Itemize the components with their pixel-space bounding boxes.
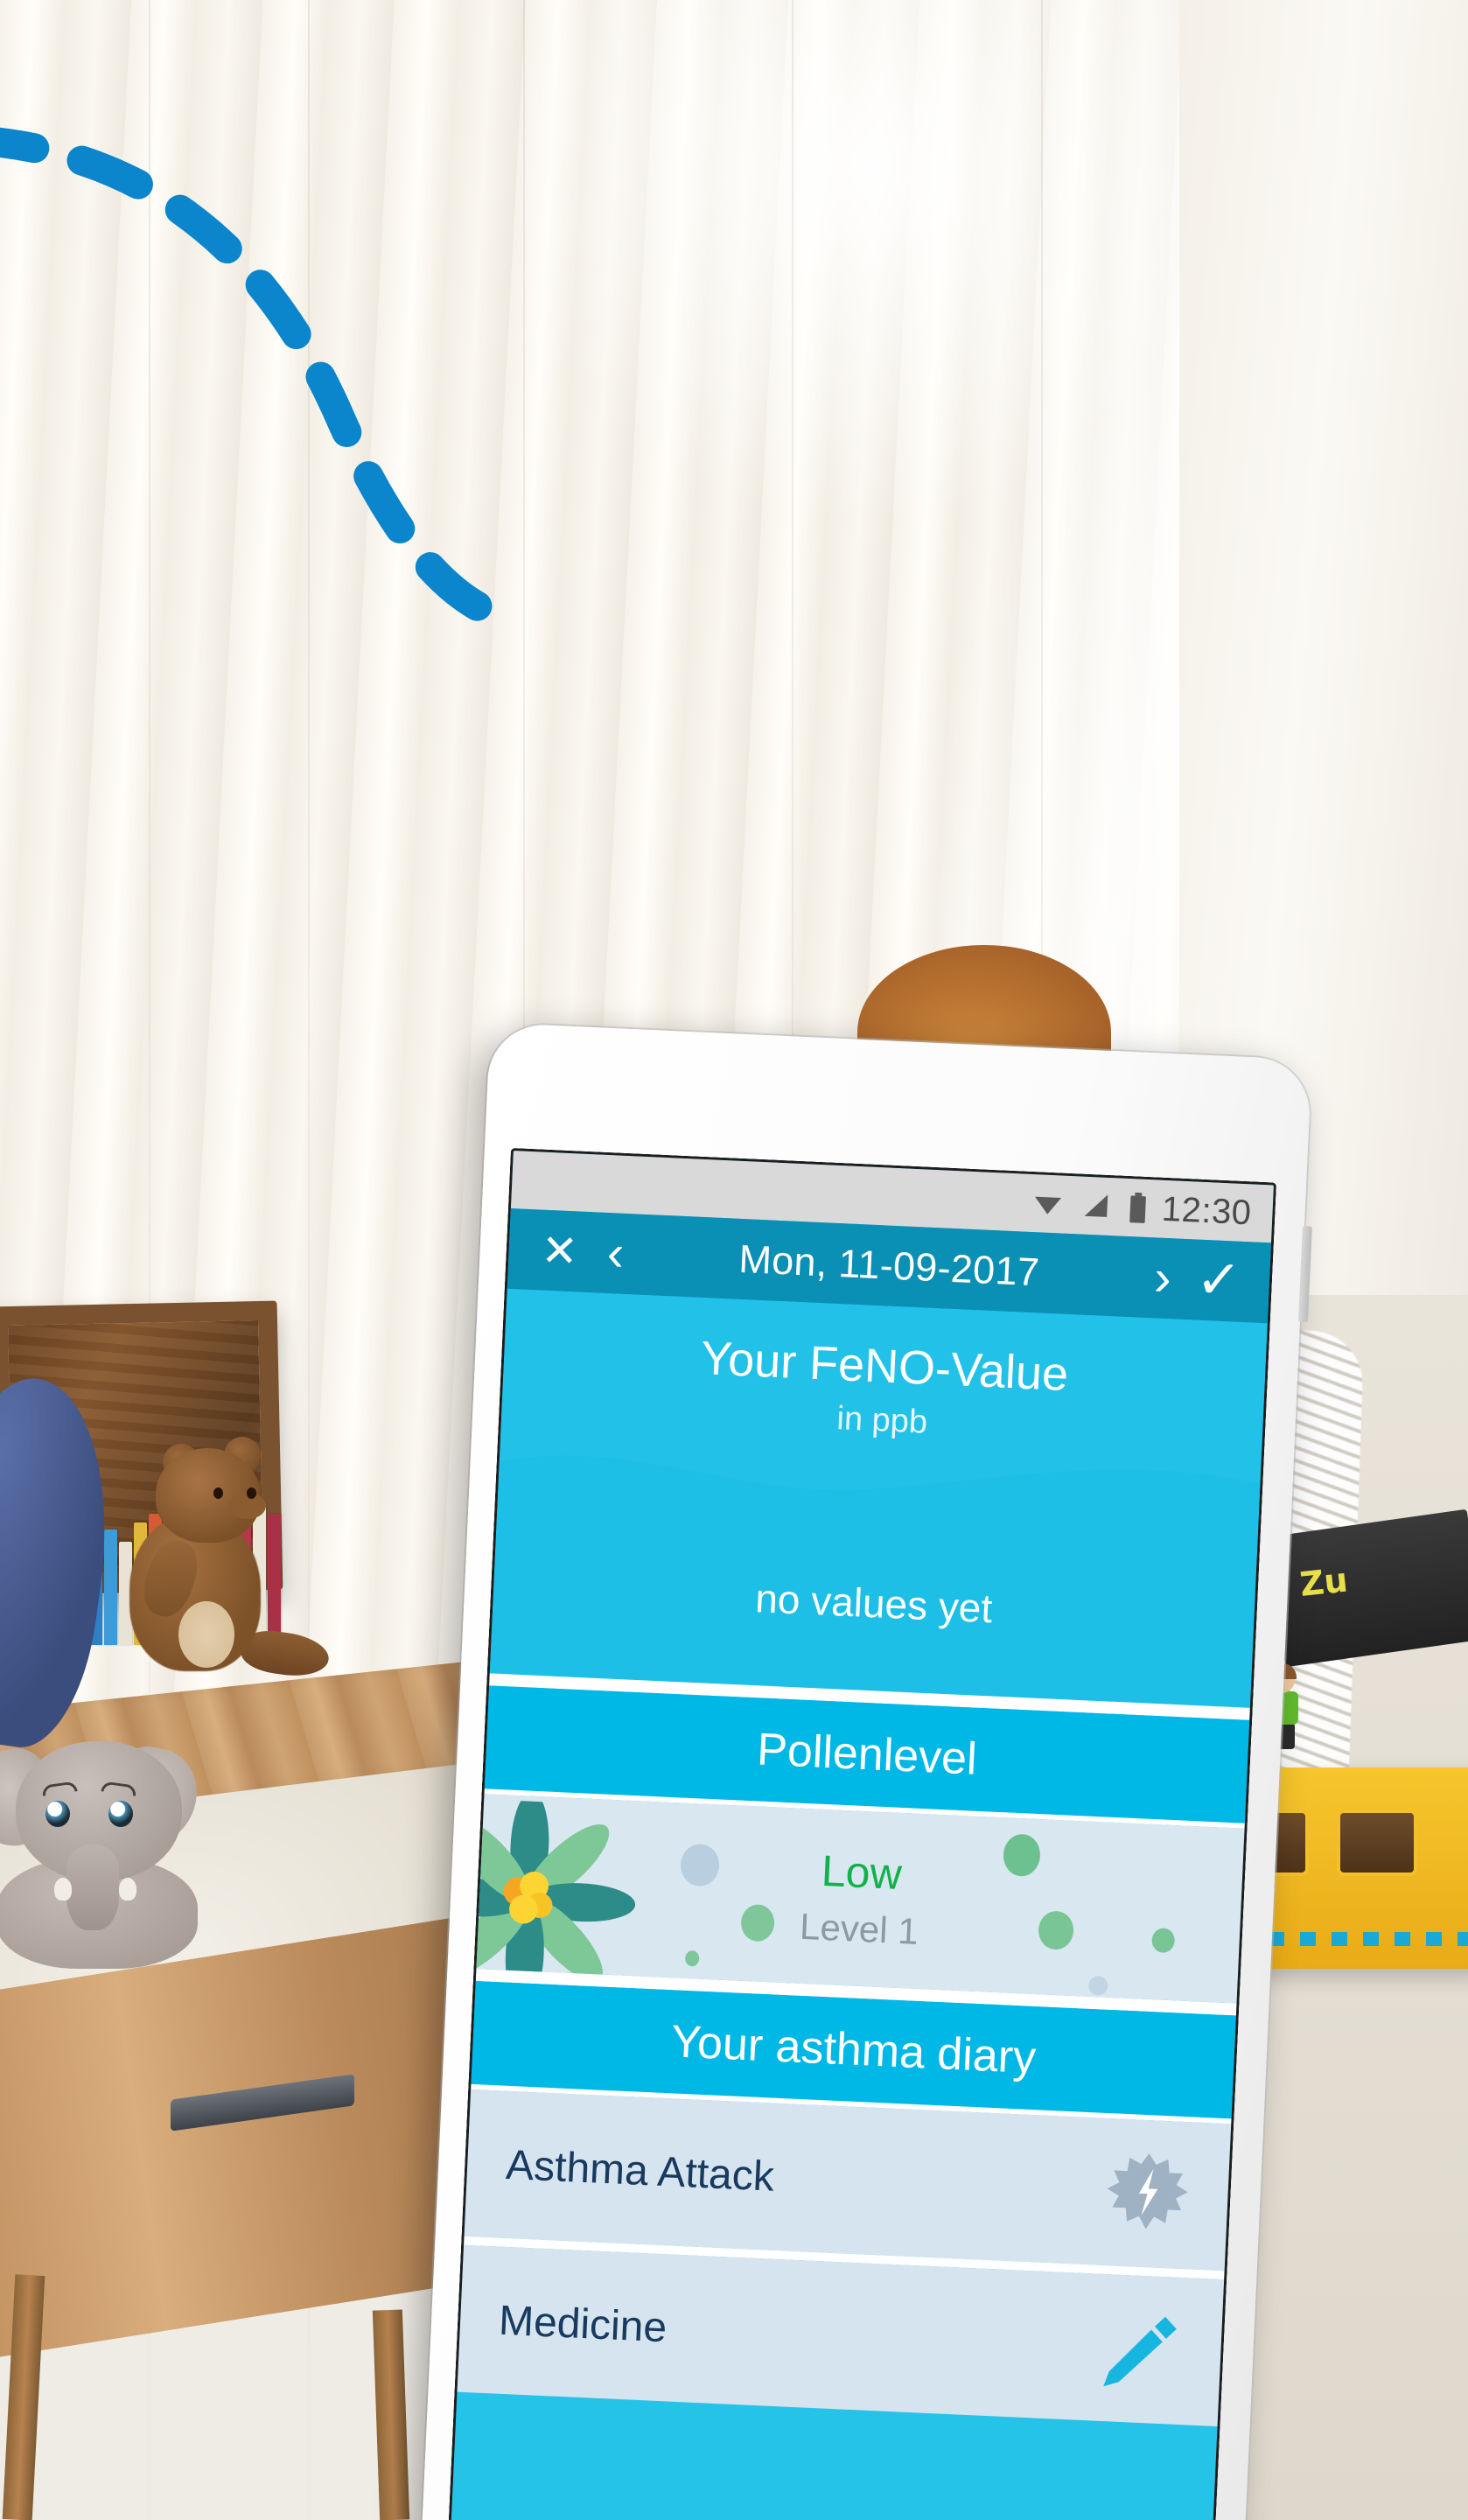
current-date-label: Mon, 11-09-2017 — [737, 1236, 1041, 1295]
elephant-tusk — [119, 1878, 136, 1900]
pollen-level-value: Low — [820, 1845, 903, 1899]
phone-screen: 12:30 ✕ ‹ Mon, 11-09-2017 › ✓ Your FeNO-… — [447, 1147, 1277, 2520]
confirm-check-icon[interactable]: ✓ — [1190, 1250, 1248, 1312]
flower-icon — [476, 1797, 636, 1982]
toy-blackboard: Zu — [1267, 1508, 1468, 1668]
elephant-trunk — [66, 1844, 119, 1930]
wifi-icon — [1035, 1196, 1062, 1214]
table-leg — [372, 2309, 410, 2520]
dashed-arc-decoration — [0, 127, 505, 627]
previous-day-icon[interactable]: ‹ — [586, 1224, 645, 1282]
close-icon[interactable]: ✕ — [531, 1226, 589, 1277]
teddy-bear-eye — [213, 1488, 223, 1499]
feno-value-display[interactable]: no values yet — [489, 1498, 1258, 1708]
next-day-icon[interactable]: › — [1134, 1249, 1192, 1306]
signal-icon — [1085, 1194, 1108, 1217]
diary-item-label: Medicine — [498, 2297, 668, 2351]
lightning-burst-icon — [1107, 2153, 1188, 2230]
elephant-tusk — [54, 1878, 72, 1900]
elephant-eye — [45, 1801, 70, 1827]
elephant-eye — [108, 1801, 133, 1827]
pencil-icon — [1103, 2316, 1177, 2387]
teddy-bear-belly — [178, 1601, 234, 1668]
window-light-glow — [472, 0, 1260, 560]
dashed-arc-path — [0, 127, 505, 627]
pollen-level-row[interactable]: Low Level 1 — [476, 1794, 1245, 2004]
wooden-table — [0, 1911, 490, 2362]
status-bar-time: 12:30 — [1161, 1189, 1253, 1232]
feno-hero-section: Your FeNO-Value in ppb — [497, 1288, 1268, 1534]
smartphone-mockup: 12:30 ✕ ‹ Mon, 11-09-2017 › ✓ Your FeNO-… — [420, 1022, 1312, 2520]
teddy-bear-eye — [247, 1488, 256, 1499]
pollen-level-sublabel: Level 1 — [799, 1905, 919, 1952]
diary-item-label: Asthma Attack — [505, 2141, 775, 2201]
battery-icon — [1129, 1192, 1147, 1223]
